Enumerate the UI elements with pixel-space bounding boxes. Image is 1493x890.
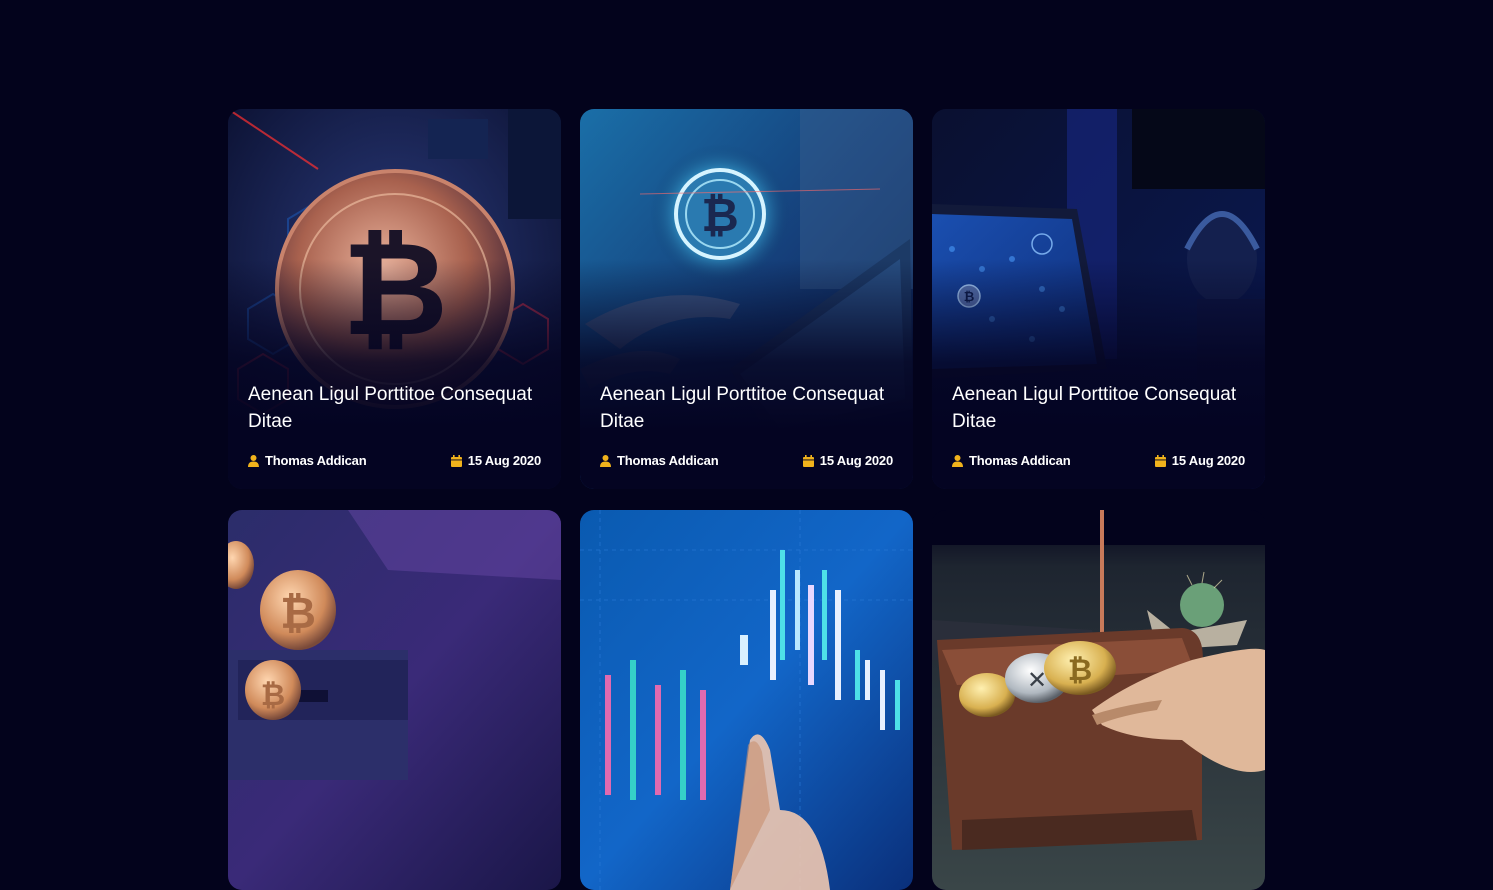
card-title[interactable]: Aenean Ligul Porttitoe Consequat Ditae xyxy=(600,381,893,435)
calendar-icon xyxy=(450,454,462,467)
svg-text:₿: ₿ xyxy=(1068,653,1092,688)
blog-grid: ₿ Aenean Ligul Porttitoe Consequat Ditae… xyxy=(228,109,1265,890)
card-body: Aenean Ligul Porttitoe Consequat Ditae T… xyxy=(248,381,541,468)
svg-text:₿: ₿ xyxy=(701,188,739,242)
author[interactable]: Thomas Addican xyxy=(952,453,1071,468)
card-title[interactable]: Aenean Ligul Porttitoe Consequat Ditae xyxy=(952,381,1245,435)
svg-text:✕: ✕ xyxy=(1027,666,1047,694)
author[interactable]: Thomas Addican xyxy=(248,453,367,468)
card-image-wallet-coins: ✕ ₿ xyxy=(932,510,1265,890)
blog-card[interactable]: ₿ Aenean Ligul Porttitoe Consequat Ditae… xyxy=(580,109,913,489)
blog-card[interactable]: ₿ Aenean Ligul Porttitoe Consequat Ditae… xyxy=(228,109,561,489)
card-meta: Thomas Addican 15 Aug 2020 xyxy=(952,453,1245,468)
author-name: Thomas Addican xyxy=(265,453,367,468)
date: 15 Aug 2020 xyxy=(450,453,541,468)
date: 15 Aug 2020 xyxy=(1154,453,1245,468)
card-body: Aenean Ligul Porttitoe Consequat Ditae T… xyxy=(952,381,1245,468)
calendar-icon xyxy=(802,454,814,467)
svg-text:₿: ₿ xyxy=(261,678,285,713)
post-date: 15 Aug 2020 xyxy=(1171,453,1245,468)
card-title[interactable]: Aenean Ligul Porttitoe Consequat Ditae xyxy=(248,381,541,435)
calendar-icon xyxy=(1154,454,1166,467)
post-date: 15 Aug 2020 xyxy=(467,453,541,468)
post-date: 15 Aug 2020 xyxy=(819,453,893,468)
user-icon xyxy=(600,454,611,467)
user-icon xyxy=(248,454,259,467)
card-image-bitcoins-box: ₿ ₿ xyxy=(228,510,561,890)
card-body: Aenean Ligul Porttitoe Consequat Ditae T… xyxy=(600,381,893,468)
blog-card[interactable] xyxy=(580,510,913,890)
svg-text:₿: ₿ xyxy=(280,588,316,639)
date: 15 Aug 2020 xyxy=(802,453,893,468)
user-icon xyxy=(952,454,963,467)
author-name: Thomas Addican xyxy=(969,453,1071,468)
author[interactable]: Thomas Addican xyxy=(600,453,719,468)
card-meta: Thomas Addican 15 Aug 2020 xyxy=(248,453,541,468)
card-image-candlestick-chart xyxy=(580,510,913,890)
blog-card[interactable]: ₿ ₿ xyxy=(228,510,561,890)
blog-card[interactable]: ₿ Aenean Ligul Porttitoe Consequat Ditae… xyxy=(932,109,1265,489)
card-meta: Thomas Addican 15 Aug 2020 xyxy=(600,453,893,468)
author-name: Thomas Addican xyxy=(617,453,719,468)
blog-card[interactable]: ✕ ₿ xyxy=(932,510,1265,890)
